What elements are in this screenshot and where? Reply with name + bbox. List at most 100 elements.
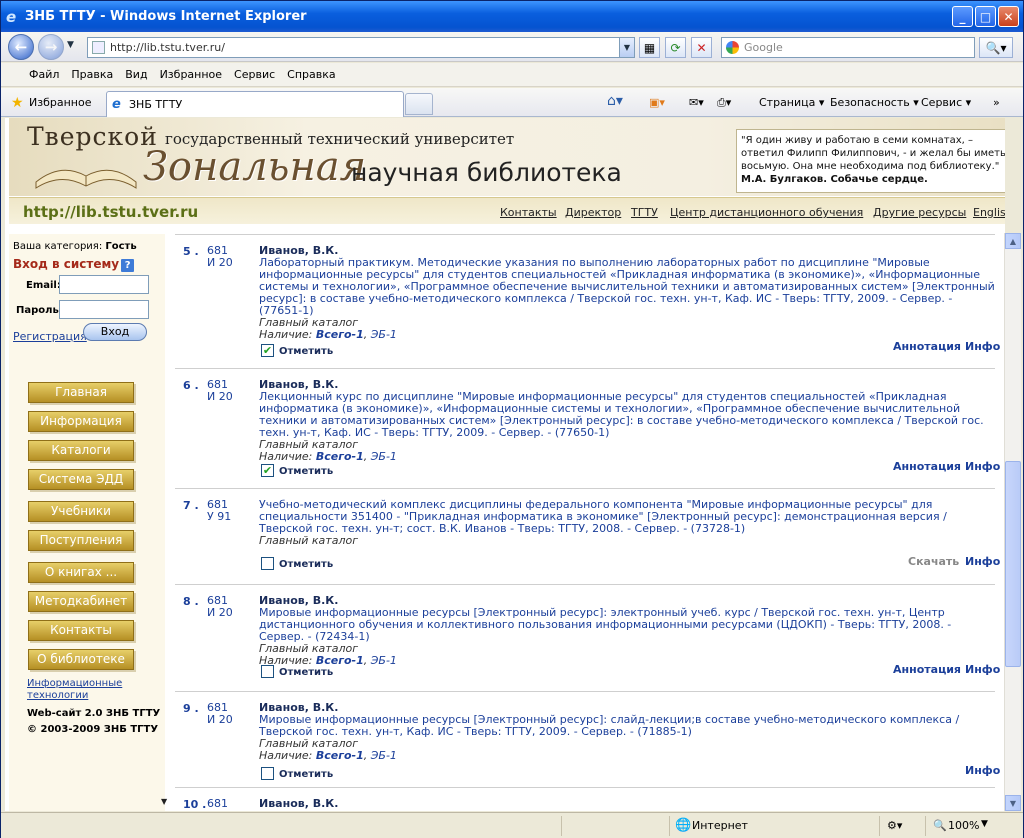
address-field[interactable]: http://lib.tstu.tver.ru/ ▼ [87,37,635,58]
email-field[interactable] [59,275,149,294]
mark-checkbox[interactable]: ✔ [261,344,274,357]
menu-edd-button[interactable]: Система ЭДД [28,469,134,490]
menu-view[interactable]: Вид [119,68,153,81]
menu-catalogs-button[interactable]: Каталоги [28,440,134,461]
menu-home-button[interactable]: Главная [28,382,134,403]
zoom-icon[interactable]: 🔍 [933,819,947,832]
link-tstu[interactable]: ТГТУ [631,206,658,219]
record-availability: Наличие: Всего-1, ЭБ-1 [259,450,397,463]
record-description: Лекционный курс по дисциплине "Мировые и… [259,390,984,439]
link-director[interactable]: Директор [565,206,621,219]
result-record: 10 . 681 Иванов, В.К. [175,787,995,811]
maximize-button[interactable]: □ [975,6,996,27]
sidebar-scroll-down-icon[interactable]: ▼ [161,797,167,806]
record-number: 8 . [183,595,199,608]
menu-favorites[interactable]: Избранное [154,68,228,81]
site-url-title[interactable]: http://lib.tstu.tver.ru [23,203,198,221]
menu-about-library-button[interactable]: О библиотеке [28,649,134,670]
result-record: 5 . 681 И 20 Иванов, В.К. Лабораторный пр… [175,234,1000,368]
security-menu[interactable]: Безопасность ▾ [830,96,919,109]
menu-textbooks-button[interactable]: Учебники [28,501,134,522]
availability-total-link[interactable]: Всего-1 [316,328,364,341]
close-button[interactable]: ✕ [998,6,1019,27]
link-contacts[interactable]: Контакты [500,206,557,219]
scroll-thumb[interactable] [1005,461,1021,667]
record-code-2: И 20 [207,606,233,619]
info-link[interactable]: Инфо [965,460,1000,473]
search-input[interactable]: Google [721,37,975,58]
menu-about-books-button[interactable]: О книгах ... [28,562,134,583]
home-icon[interactable]: ⌂▾ [607,93,623,109]
record-body: Иванов, В.К. Мировые информационные ресу… [259,702,999,762]
availability-label: Наличие: [259,450,313,463]
address-dropdown-icon[interactable]: ▼ [619,38,634,57]
download-link[interactable]: Скачать [908,555,959,568]
mark-checkbox[interactable] [261,767,274,780]
menu-help[interactable]: Справка [281,68,341,81]
help-icon[interactable]: ? [121,259,135,272]
refresh-icon[interactable]: ⟳ [665,37,686,58]
menu-methodical-button[interactable]: Методкабинет [28,591,134,612]
availability-total-link[interactable]: Всего-1 [316,654,364,667]
record-code-2: У 91 [207,510,232,523]
print-icon[interactable]: ⎙▾ [717,96,731,110]
tools-menu[interactable]: Сервис ▾ [921,96,971,109]
menu-arrivals-button[interactable]: Поступления [28,530,134,551]
protected-mode-icon[interactable]: ⚙▾ [887,819,902,832]
info-link[interactable]: Инфо [965,663,1000,676]
scroll-down-icon[interactable]: ▼ [1005,795,1021,811]
history-dropdown-icon[interactable]: ▼ [67,40,74,50]
minimize-button[interactable]: _ [952,6,973,27]
stop-icon[interactable]: ✕ [691,37,712,58]
record-body: Учебно-методический комплекс дисциплины … [259,499,999,547]
feeds-icon[interactable]: ▣▾ [649,96,665,109]
link-distance-center[interactable]: Центр дистанционного обучения [670,206,863,219]
browser-tab[interactable]: e ЗНБ ТГТУ [106,91,404,117]
toolbar-overflow-icon[interactable]: » [993,96,1000,109]
password-field[interactable] [59,300,149,319]
new-tab-button[interactable] [405,93,433,115]
forward-button[interactable]: → [38,34,64,60]
info-link[interactable]: Инфо [965,555,1000,568]
menu-info-button[interactable]: Информация [28,411,134,432]
availability-eb-link[interactable]: ЭБ-1 [371,328,397,341]
favorites-button[interactable]: Избранное [29,96,91,109]
page-scrollbar[interactable]: ▲ ▼ [1004,233,1021,811]
menu-contacts-button[interactable]: Контакты [28,620,134,641]
register-link[interactable]: Регистрация [13,330,87,343]
back-button[interactable]: ← [8,34,34,60]
menu-file[interactable]: Файл [23,68,65,81]
mark-checkbox[interactable] [261,665,274,678]
mark-checkbox[interactable] [261,557,274,570]
availability-eb-link[interactable]: ЭБ-1 [371,654,397,667]
zoom-level[interactable]: 100% [948,819,979,832]
availability-eb-link[interactable]: ЭБ-1 [371,450,397,463]
availability-total-link[interactable]: Всего-1 [316,450,364,463]
link-english[interactable]: English [973,206,1005,219]
info-link[interactable]: Инфо [965,764,1000,777]
compat-view-icon[interactable]: ▦ [639,37,660,58]
menu-edit[interactable]: Правка [65,68,119,81]
login-button[interactable]: Вход [83,323,147,341]
info-link[interactable]: Инфо [965,340,1000,353]
it-link[interactable]: Информационные технологии [27,678,122,702]
zoom-dropdown-icon[interactable]: ▼ [981,819,988,829]
annotation-link[interactable]: Аннотация [893,460,961,473]
annotation-link[interactable]: Аннотация [893,340,961,353]
record-code: 681 И 20 [207,595,233,619]
availability-eb-link[interactable]: ЭБ-1 [371,749,397,762]
scroll-up-icon[interactable]: ▲ [1005,233,1021,249]
record-code: 681 И 20 [207,245,233,269]
record-description: Учебно-методический комплекс дисциплины … [259,498,947,535]
banner-line1a: Тверской [27,122,158,151]
menu-tools[interactable]: Сервис [228,68,281,81]
favorites-star-icon[interactable]: ★ [11,95,24,111]
annotation-link[interactable]: Аннотация [893,663,961,676]
mail-icon[interactable]: ✉▾ [689,96,704,109]
page-menu[interactable]: Страница ▾ [759,96,824,109]
link-other-resources[interactable]: Другие ресурсы [873,206,966,219]
record-number: 6 . [183,379,199,392]
search-button[interactable]: 🔍▾ [979,37,1013,58]
availability-total-link[interactable]: Всего-1 [316,749,364,762]
mark-checkbox[interactable]: ✔ [261,464,274,477]
